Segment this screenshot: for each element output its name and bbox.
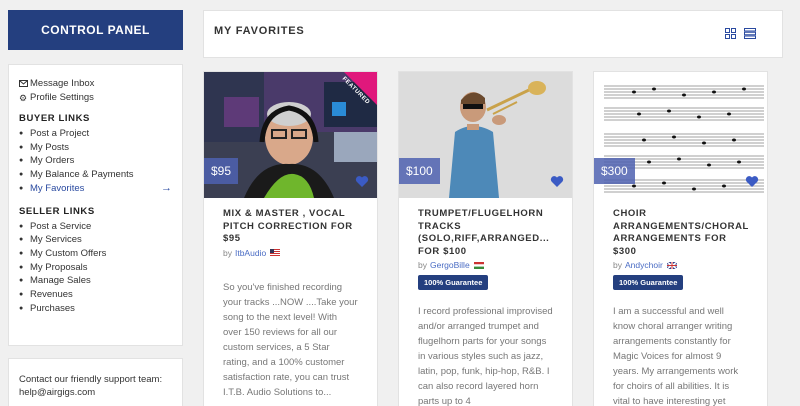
sidebar-item-label: My Custom Offers (30, 247, 107, 259)
us-flag-icon (270, 249, 281, 256)
price-tag: $100 (399, 158, 440, 184)
bullet-icon: ● (19, 236, 24, 244)
sidebar-item-label: Post a Service (30, 220, 92, 232)
card-image[interactable]: $300 (594, 72, 767, 198)
sidebar-item-custom-offers[interactable]: ● My Custom Offers (19, 247, 172, 261)
bullet-icon: ● (19, 171, 24, 179)
guarantee-badge: 100% Guarantee (418, 275, 489, 290)
sidebar-item-manage-sales[interactable]: ● Manage Sales (19, 274, 172, 288)
sidebar-item-my-favorites[interactable]: ● My Favorites → (19, 182, 172, 196)
card-author-line: by GergoBille (418, 260, 553, 270)
sidebar-item-label: Purchases (30, 302, 75, 314)
card-description: I am a successful and well know choral a… (613, 306, 739, 406)
heart-icon[interactable] (355, 175, 369, 188)
bullet-icon: ● (19, 291, 24, 299)
favorite-card[interactable]: $300 CHOIR ARRANGEMENTS/CHORAL ARRANGEME… (593, 71, 768, 406)
card-author-line: by Andychoir (613, 260, 748, 270)
price-tag: $300 (594, 158, 635, 184)
card-author-line: by ItbAudio (223, 248, 358, 258)
page-title: MY FAVORITES (214, 25, 305, 37)
bullet-icon: ● (19, 263, 24, 271)
seller-links-list: ● Post a Service ● My Services ● My Custom … (19, 220, 172, 316)
support-box: Contact our friendly support team: help@… (8, 358, 183, 406)
bullet-icon: ● (19, 130, 24, 137)
buyer-links-heading: BUYER LINKS (19, 113, 90, 124)
card-title[interactable]: CHOIR ARRANGEMENTS/CHORAL ARRANGEMENTS F… (613, 208, 748, 258)
support-text: Contact our friendly support team: (19, 374, 163, 385)
sidebar-item-balance-payments[interactable]: ● My Balance & Payments (19, 168, 172, 182)
sidebar-item-label: My Orders (30, 155, 75, 167)
bullet-icon: ● (19, 222, 24, 230)
grid-view-icon[interactable] (725, 28, 736, 39)
sidebar-item-my-orders[interactable]: ● My Orders (19, 154, 172, 168)
control-panel-header: CONTROL PANEL (8, 10, 183, 50)
card-description: So you've finished recording your tracks… (223, 281, 358, 398)
sidebar-item-my-services[interactable]: ● My Services (19, 233, 172, 247)
sidebar: Message Inbox ⚙ Profile Settings BUYER L… (8, 64, 183, 346)
heart-icon[interactable] (745, 175, 759, 188)
by-label: by (223, 247, 232, 258)
sidebar-item-purchases[interactable]: ● Purchases (19, 302, 172, 316)
sidebar-item-post-project[interactable]: ● Post a Project (19, 127, 172, 141)
author-link[interactable]: GergoBille (430, 260, 470, 270)
heart-icon[interactable] (550, 175, 564, 188)
sidebar-item-my-posts[interactable]: ● My Posts (19, 141, 172, 155)
sidebar-item-label: My Services (30, 234, 82, 246)
author-link[interactable]: Andychoir (625, 260, 663, 270)
sidebar-item-message-inbox[interactable]: Message Inbox (19, 77, 172, 91)
favorite-card[interactable]: $100 TRUMPET/FLUGELHORN TRACKS (SOLO,RIF… (398, 71, 573, 406)
sidebar-item-profile-settings[interactable]: ⚙ Profile Settings (19, 91, 172, 105)
list-view-icon[interactable] (744, 28, 756, 39)
author-link[interactable]: ItbAudio (235, 248, 266, 258)
sidebar-item-label: Manage Sales (30, 275, 91, 287)
card-image[interactable]: $100 (399, 72, 572, 198)
favorites-header: MY FAVORITES (203, 10, 783, 58)
card-title[interactable]: TRUMPET/FLUGELHORN TRACKS (SOLO,RIFF,ARR… (418, 208, 553, 258)
support-email[interactable]: help@airgigs.com (19, 386, 172, 399)
favorite-card[interactable]: $95 MIX & MASTER , VOCAL PITCH CORRECTIO… (203, 71, 378, 406)
sidebar-item-label: Message Inbox (30, 78, 95, 89)
bullet-icon: ● (19, 277, 24, 285)
arrow-right-icon: → (161, 181, 172, 194)
sidebar-item-revenues[interactable]: ● Revenues (19, 288, 172, 302)
bullet-icon: ● (19, 304, 24, 312)
bullet-icon: ● (19, 184, 24, 192)
guarantee-badge: 100% Guarantee (613, 275, 684, 290)
sidebar-item-label: My Balance & Payments (30, 169, 134, 181)
gear-icon: ⚙ (19, 93, 28, 103)
by-label: by (613, 260, 622, 270)
sidebar-item-my-proposals[interactable]: ● My Proposals (19, 261, 172, 275)
sidebar-item-label: Profile Settings (30, 92, 94, 103)
sidebar-item-post-service[interactable]: ● Post a Service (19, 220, 172, 234)
bullet-icon: ● (19, 249, 24, 257)
sidebar-item-label: My Favorites (30, 182, 85, 194)
sidebar-item-label: My Proposals (30, 261, 88, 273)
bullet-icon: ● (19, 157, 24, 165)
card-description: I record professional improvised and/or … (418, 306, 553, 406)
hungary-flag-icon (473, 261, 484, 269)
uk-flag-icon (666, 261, 677, 269)
buyer-links-list: ● Post a Project ● My Posts ● My Orders ● My… (19, 127, 172, 196)
seller-links-heading: SELLER LINKS (19, 205, 95, 217)
control-panel-title: CONTROL PANEL (41, 23, 150, 37)
envelope-icon (19, 77, 30, 91)
sidebar-item-label: Revenues (30, 289, 73, 301)
card-title[interactable]: MIX & MASTER , VOCAL PITCH CORRECTION FO… (223, 208, 358, 246)
price-tag: $95 (204, 158, 239, 184)
sidebar-item-label: My Posts (30, 141, 70, 153)
bullet-icon: ● (19, 143, 24, 151)
by-label: by (418, 260, 427, 270)
sidebar-item-label: Post a Project (30, 128, 90, 139)
